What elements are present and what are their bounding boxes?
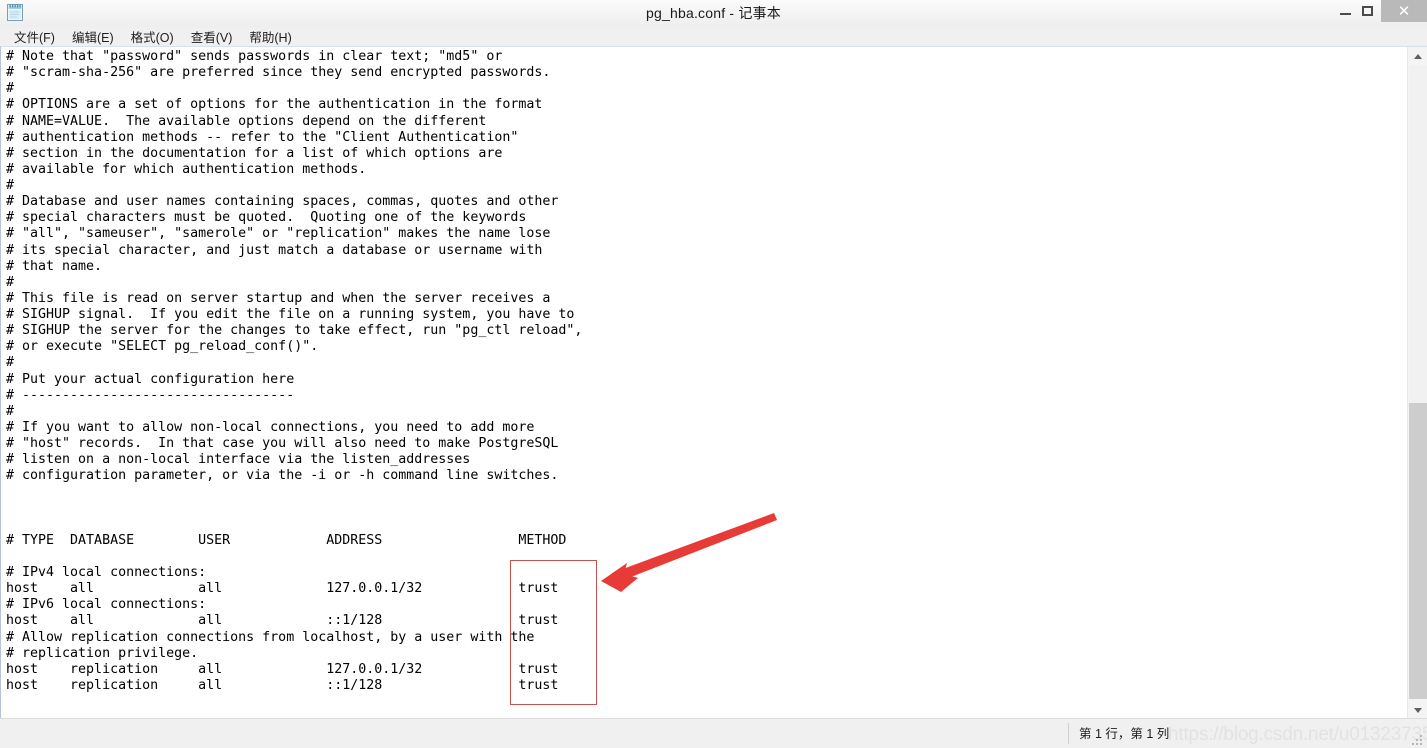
resize-grip[interactable] xyxy=(1412,735,1424,747)
vertical-scrollbar[interactable] xyxy=(1407,47,1427,719)
scrollbar-track[interactable] xyxy=(1409,65,1427,403)
menu-file[interactable]: 文件(F) xyxy=(6,26,64,47)
title-bar[interactable]: pg_hba.conf - 记事本 ✕ xyxy=(0,0,1427,28)
cursor-position-label: 第 1 行，第 1 列 xyxy=(1079,727,1170,741)
scroll-up-button[interactable] xyxy=(1408,47,1427,65)
watermark-text: https://blog.csdn.net/u013237351 xyxy=(1168,724,1427,745)
grip-dot xyxy=(1416,743,1418,745)
menu-edit[interactable]: 编辑(E) xyxy=(64,26,123,47)
grip-dot xyxy=(1420,735,1422,737)
close-icon: ✕ xyxy=(1397,2,1411,20)
menu-bar: 文件(F) 编辑(E) 格式(O) 查看(V) 帮助(H) xyxy=(0,27,1427,46)
scrollbar-thumb[interactable] xyxy=(1409,403,1427,699)
grip-dot xyxy=(1412,743,1414,745)
scroll-down-button[interactable] xyxy=(1408,701,1427,719)
window-title: pg_hba.conf - 记事本 xyxy=(646,5,781,21)
text-area[interactable]: # Note that "password" sends passwords i… xyxy=(1,47,1407,719)
maximize-icon xyxy=(1362,6,1373,16)
status-divider xyxy=(1068,723,1069,744)
close-button[interactable]: ✕ xyxy=(1381,0,1427,22)
status-bar: 第 1 行，第 1 列 https://blog.csdn.net/u01323… xyxy=(0,718,1427,748)
file-content[interactable]: # Note that "password" sends passwords i… xyxy=(6,49,582,694)
grip-dot xyxy=(1420,739,1422,741)
editor-frame: # Note that "password" sends passwords i… xyxy=(0,46,1427,719)
grip-dot xyxy=(1420,743,1422,745)
menu-help[interactable]: 帮助(H) xyxy=(241,26,300,47)
grip-dot xyxy=(1416,739,1418,741)
chevron-up-icon xyxy=(1414,53,1422,59)
chevron-down-icon xyxy=(1414,707,1422,713)
menu-view[interactable]: 查看(V) xyxy=(183,26,242,47)
notepad-window: pg_hba.conf - 记事本 ✕ 文件(F) 编辑(E) 格式(O) 查看… xyxy=(0,0,1427,748)
menu-format[interactable]: 格式(O) xyxy=(123,26,183,47)
